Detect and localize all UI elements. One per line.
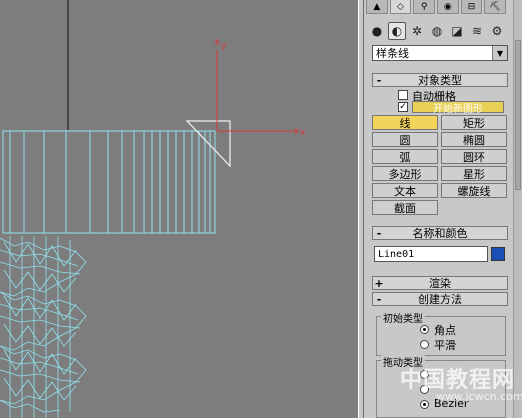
lights-icon[interactable]: ✲ bbox=[408, 22, 426, 40]
tab-hierarchy[interactable]: ⚲ bbox=[413, 0, 436, 14]
panel-scrollbar-thumb[interactable] bbox=[515, 40, 521, 190]
drag-bezier-radio[interactable] bbox=[420, 400, 429, 409]
tab-display[interactable]: ⊟ bbox=[460, 0, 483, 14]
object-name-input[interactable]: Line01 bbox=[374, 246, 488, 262]
rollout-name-color[interactable]: - 名称和颜色 bbox=[372, 226, 508, 240]
corner-label: 角点 bbox=[434, 324, 456, 337]
donut-button[interactable]: 圆环 bbox=[441, 149, 507, 164]
chevron-down-icon: ▼ bbox=[492, 46, 507, 60]
geometry-icon[interactable]: ● bbox=[368, 22, 386, 40]
smooth-label: 平滑 bbox=[434, 339, 456, 352]
tab-motion[interactable]: ◉ bbox=[437, 0, 459, 14]
rollout-collapse-sign: - bbox=[376, 292, 382, 306]
initial-type-label: 初始类型 bbox=[381, 310, 425, 325]
rollout-title: 渲染 bbox=[429, 277, 451, 290]
cameras-icon[interactable]: ◍ bbox=[428, 22, 446, 40]
rollout-title: 名称和颜色 bbox=[412, 227, 468, 240]
spring-wireframe bbox=[0, 236, 87, 418]
ellipse-button[interactable]: 椭圆 bbox=[441, 132, 507, 147]
command-panel: ▲ ◇ ⚲ ◉ ⊟ ⛏ ● ◐ ✲ ◍ ◪ ≋ ⚙ 样条线 ▼ - 对象类型 自… bbox=[364, 0, 522, 418]
start-new-shape-checkbox[interactable]: ✓ bbox=[398, 102, 408, 112]
circle-button[interactable]: 圆 bbox=[372, 132, 438, 147]
axis-gizmo bbox=[214, 39, 300, 134]
systems-icon[interactable]: ⚙ bbox=[488, 22, 506, 40]
category-dropdown-value: 样条线 bbox=[376, 47, 409, 60]
category-dropdown[interactable]: 样条线 ▼ bbox=[372, 45, 508, 61]
text-button[interactable]: 文本 bbox=[372, 183, 438, 198]
star-button[interactable]: 星形 bbox=[441, 166, 507, 181]
section-button[interactable]: 截面 bbox=[372, 200, 438, 215]
smooth-radio[interactable] bbox=[420, 340, 429, 349]
corner-radio[interactable] bbox=[420, 325, 429, 334]
tab-create[interactable]: ▲ bbox=[366, 0, 388, 14]
rollout-rendering[interactable]: + 渲染 bbox=[372, 276, 508, 290]
command-panel-tabs: ▲ ◇ ⚲ ◉ ⊟ ⛏ bbox=[366, 0, 507, 14]
helix-button[interactable]: 螺旋线 bbox=[441, 183, 507, 198]
helpers-icon[interactable]: ◪ bbox=[448, 22, 466, 40]
spacewarps-icon[interactable]: ≋ bbox=[468, 22, 486, 40]
rollout-object-type[interactable]: - 对象类型 bbox=[372, 73, 508, 87]
rollout-creation-method[interactable]: - 创建方法 bbox=[372, 292, 508, 306]
arc-button[interactable]: 弧 bbox=[372, 149, 438, 164]
tab-utilities[interactable]: ⛏ bbox=[484, 0, 507, 14]
viewport[interactable]: y x bbox=[0, 0, 358, 418]
axis-x-label: x bbox=[300, 128, 306, 138]
watermark-url: www.jcwcn.com bbox=[436, 390, 522, 403]
category-icon-row: ● ◐ ✲ ◍ ◪ ≋ ⚙ bbox=[368, 20, 508, 42]
auto-grid-checkbox[interactable] bbox=[398, 90, 408, 100]
rollout-collapse-sign: - bbox=[376, 73, 382, 87]
rollout-expand-sign: + bbox=[374, 276, 384, 290]
rectangle-button[interactable]: 矩形 bbox=[441, 115, 507, 130]
triangle-shape bbox=[185, 120, 231, 168]
rollout-title: 创建方法 bbox=[418, 293, 462, 306]
viewport-canvas: y x bbox=[0, 0, 306, 418]
rollout-title: 对象类型 bbox=[418, 74, 462, 87]
ngon-button[interactable]: 多边形 bbox=[372, 166, 438, 181]
rollout-collapse-sign: - bbox=[376, 226, 382, 240]
shapes-icon[interactable]: ◐ bbox=[388, 22, 406, 40]
object-color-swatch[interactable] bbox=[491, 247, 505, 261]
axis-y-label: y bbox=[221, 41, 227, 51]
cylinder-wireframe bbox=[2, 130, 216, 234]
start-new-shape-button[interactable]: 开始新图形 bbox=[412, 101, 504, 115]
panel-scrollbar[interactable] bbox=[513, 0, 522, 418]
tab-modify[interactable]: ◇ bbox=[389, 0, 412, 14]
line-button[interactable]: 线 bbox=[372, 115, 438, 130]
